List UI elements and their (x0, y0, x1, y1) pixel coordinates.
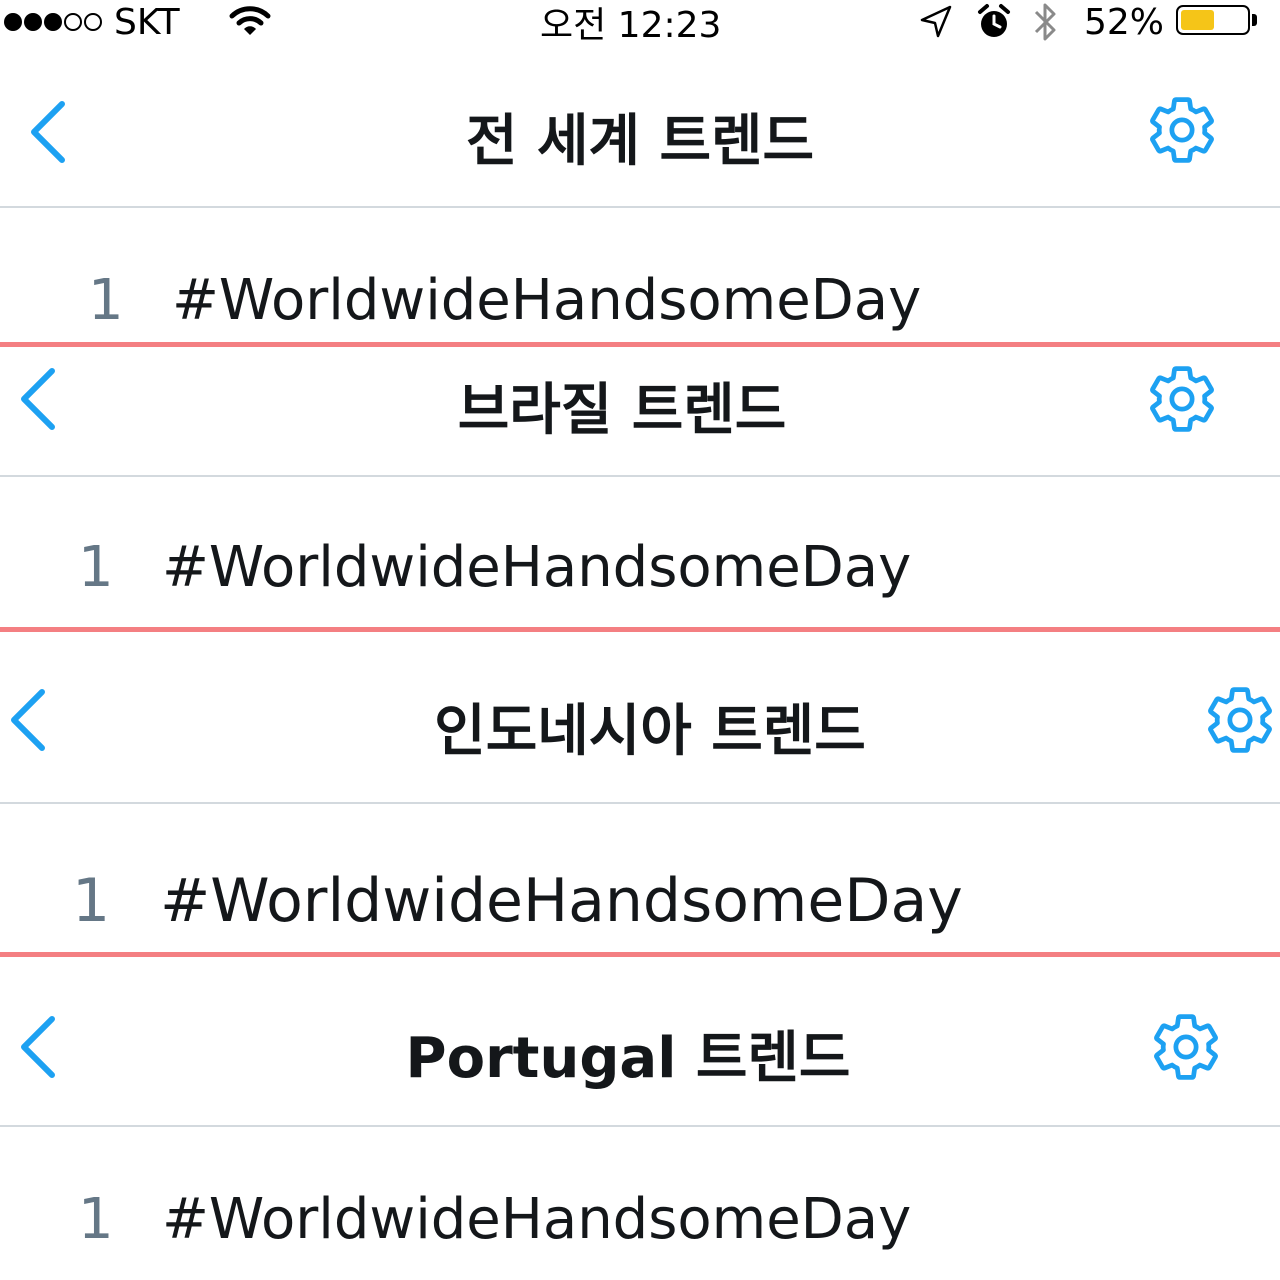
signal-dot (64, 13, 82, 31)
status-bar: SKT 오전 12:23 52% (0, 0, 1280, 46)
settings-button[interactable] (1148, 1009, 1224, 1089)
settings-button[interactable] (1144, 361, 1220, 441)
signal-dot (24, 13, 42, 31)
trend-item[interactable]: 1 #WorldwideHandsomeDay (0, 208, 1280, 342)
trend-hashtag: #WorldwideHandsomeDay (162, 1187, 912, 1252)
battery-level-fill (1181, 10, 1214, 30)
navigation-bar: Portugal 트렌드 (0, 957, 1280, 1125)
trend-item[interactable]: 1 #WorldwideHandsomeDay (0, 1127, 1280, 1280)
trend-rank: 1 (78, 1187, 114, 1252)
signal-dot (4, 13, 22, 31)
gear-icon (1150, 97, 1214, 163)
gear-icon (1154, 1014, 1218, 1080)
trend-hashtag: #WorldwideHandsomeDay (162, 535, 912, 600)
trends-panel-portugal: Portugal 트렌드 1 #WorldwideHandsomeDay (0, 957, 1280, 1280)
trends-panel-worldwide: 전 세계 트렌드 1 #WorldwideHandsomeDay (0, 44, 1280, 342)
page-title: 전 세계 트렌드 (465, 109, 815, 174)
alarm-clock-icon (976, 0, 1012, 44)
page-title: 인도네시아 트렌드 (434, 699, 866, 764)
carrier-name: SKT (114, 1, 180, 43)
wifi-icon (228, 0, 272, 44)
cellular-signal: SKT (4, 0, 180, 44)
page-title: 브라질 트렌드 (457, 378, 787, 443)
navigation-bar: 전 세계 트렌드 (0, 44, 1280, 206)
gear-icon (1150, 366, 1214, 432)
trends-panel-indonesia: 인도네시아 트렌드 1 #WorldwideHandsomeDay (0, 632, 1280, 952)
battery-percentage: 52% (1084, 1, 1165, 43)
trend-rank: 1 (78, 535, 114, 600)
signal-dot (84, 13, 102, 31)
battery-tip (1252, 14, 1257, 26)
bluetooth-icon (1030, 0, 1060, 44)
navigation-bar: 브라질 트렌드 (0, 347, 1280, 475)
trend-item[interactable]: 1 #WorldwideHandsomeDay (0, 477, 1280, 627)
trend-rank: 1 (72, 866, 111, 936)
navigation-bar: 인도네시아 트렌드 (0, 632, 1280, 802)
location-arrow-icon (918, 0, 954, 44)
trends-panel-brazil: 브라질 트렌드 1 #WorldwideHandsomeDay (0, 347, 1280, 627)
trend-hashtag: #WorldwideHandsomeDay (172, 268, 922, 333)
trend-item[interactable]: 1 #WorldwideHandsomeDay (0, 804, 1280, 952)
trend-rank: 1 (88, 268, 124, 333)
trend-hashtag: #WorldwideHandsomeDay (160, 866, 963, 936)
gear-icon (1208, 687, 1272, 753)
battery-icon (1176, 5, 1250, 35)
page-title: Portugal 트렌드 (405, 1026, 851, 1091)
settings-button[interactable] (1144, 92, 1220, 172)
clock: 오전 12:23 (540, 5, 722, 46)
settings-button[interactable] (1202, 682, 1278, 762)
signal-dot (44, 13, 62, 31)
